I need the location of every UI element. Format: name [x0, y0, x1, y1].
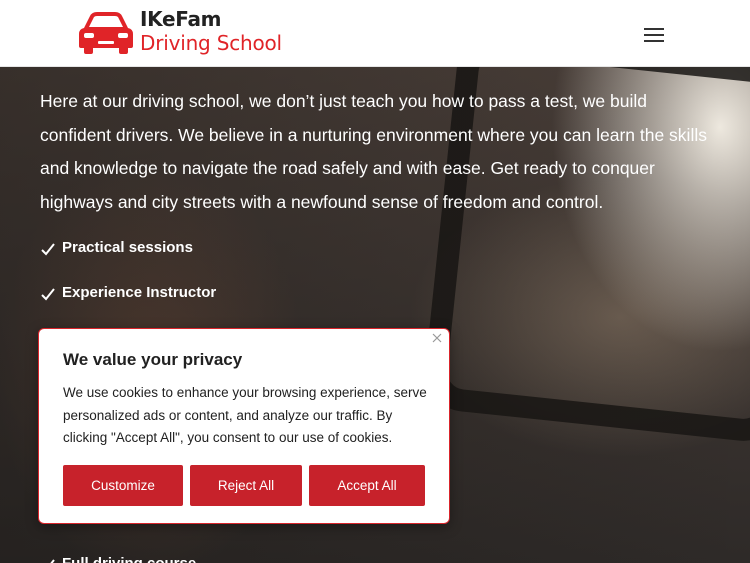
checklist-item: Experience Instructor — [40, 284, 216, 329]
site-header: IKeFam Driving School — [0, 0, 750, 67]
checklist-item-partial: Full driving course — [40, 555, 196, 563]
hero-paragraph: Here at our driving school, we don’t jus… — [40, 91, 707, 212]
hamburger-menu-icon[interactable] — [644, 28, 666, 44]
cookie-title: We value your privacy — [63, 350, 243, 369]
customize-button[interactable]: Customize — [63, 465, 183, 506]
site-logo[interactable]: IKeFam Driving School — [76, 8, 282, 54]
cookie-description: We use cookies to enhance your browsing … — [63, 385, 427, 445]
reject-all-button[interactable]: Reject All — [190, 465, 302, 506]
checkmark-icon — [50, 559, 55, 563]
car-logo-icon — [79, 12, 133, 54]
checkmark-icon — [41, 288, 55, 301]
logo-subtitle: Driving School — [140, 31, 282, 55]
close-icon[interactable] — [431, 332, 443, 344]
checklist-item: Practical sessions — [40, 239, 216, 284]
checklist-item-label: Experience Instructor — [62, 284, 217, 301]
checkmark-icon — [41, 243, 55, 256]
accept-all-button[interactable]: Accept All — [309, 465, 425, 506]
checklist-item-label: Full driving course — [62, 555, 196, 563]
checklist-item-label: Practical sessions — [62, 239, 193, 256]
feature-checklist: Practical sessions Experience Instructor — [40, 239, 216, 329]
logo-title: IKeFam — [140, 7, 222, 31]
cookie-consent-dialog: We value your privacy We use cookies to … — [38, 328, 450, 524]
